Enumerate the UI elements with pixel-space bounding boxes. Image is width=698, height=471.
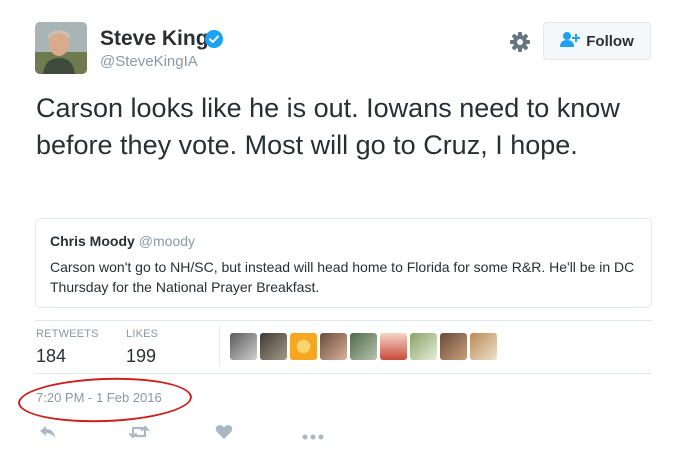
retweets-label: RETWEETS <box>36 328 99 340</box>
retweet-icon[interactable] <box>128 424 150 445</box>
liker-avatar[interactable] <box>320 333 347 360</box>
liker-avatar[interactable] <box>440 333 467 360</box>
more-icon[interactable] <box>302 428 324 446</box>
retweets-stat[interactable]: RETWEETS 184 <box>36 328 99 367</box>
liker-avatar[interactable] <box>290 333 317 360</box>
follow-button[interactable]: Follow <box>543 22 651 60</box>
add-user-icon <box>560 31 581 51</box>
likes-count: 199 <box>126 346 157 366</box>
quoted-tweet-text: Carson won't go to NH/SC, but instead wi… <box>50 259 635 296</box>
author-display-name[interactable]: Steve King <box>100 27 209 51</box>
author-avatar[interactable] <box>35 22 87 74</box>
follow-button-label: Follow <box>586 32 634 50</box>
quoted-author-handle: @moody <box>138 233 196 249</box>
likes-stat[interactable]: LIKES 199 <box>126 328 158 367</box>
liker-avatar[interactable] <box>260 333 287 360</box>
liker-avatar[interactable] <box>470 333 497 360</box>
reply-icon[interactable] <box>38 424 58 445</box>
liker-avatar[interactable] <box>410 333 437 360</box>
likes-label: LIKES <box>126 328 159 340</box>
quoted-author-name: Chris Moody <box>50 233 135 249</box>
annotation-circle <box>17 374 193 426</box>
author-handle[interactable]: @SteveKingIA <box>100 53 198 70</box>
divider <box>35 320 652 321</box>
liker-avatar[interactable] <box>380 333 407 360</box>
liker-avatar[interactable] <box>350 333 377 360</box>
stats-separator <box>219 326 220 366</box>
retweets-count: 184 <box>36 346 67 366</box>
like-icon[interactable] <box>215 424 233 445</box>
divider <box>35 373 652 374</box>
tweet-text: Carson looks like he is out. Iowans need… <box>36 93 620 160</box>
verified-badge-icon <box>205 30 223 53</box>
liker-avatar[interactable] <box>230 333 257 360</box>
quoted-tweet[interactable]: Chris Moody @moody Carson won't go to NH/… <box>35 218 652 308</box>
likers-avatars <box>230 333 497 360</box>
gear-icon[interactable] <box>509 31 531 58</box>
